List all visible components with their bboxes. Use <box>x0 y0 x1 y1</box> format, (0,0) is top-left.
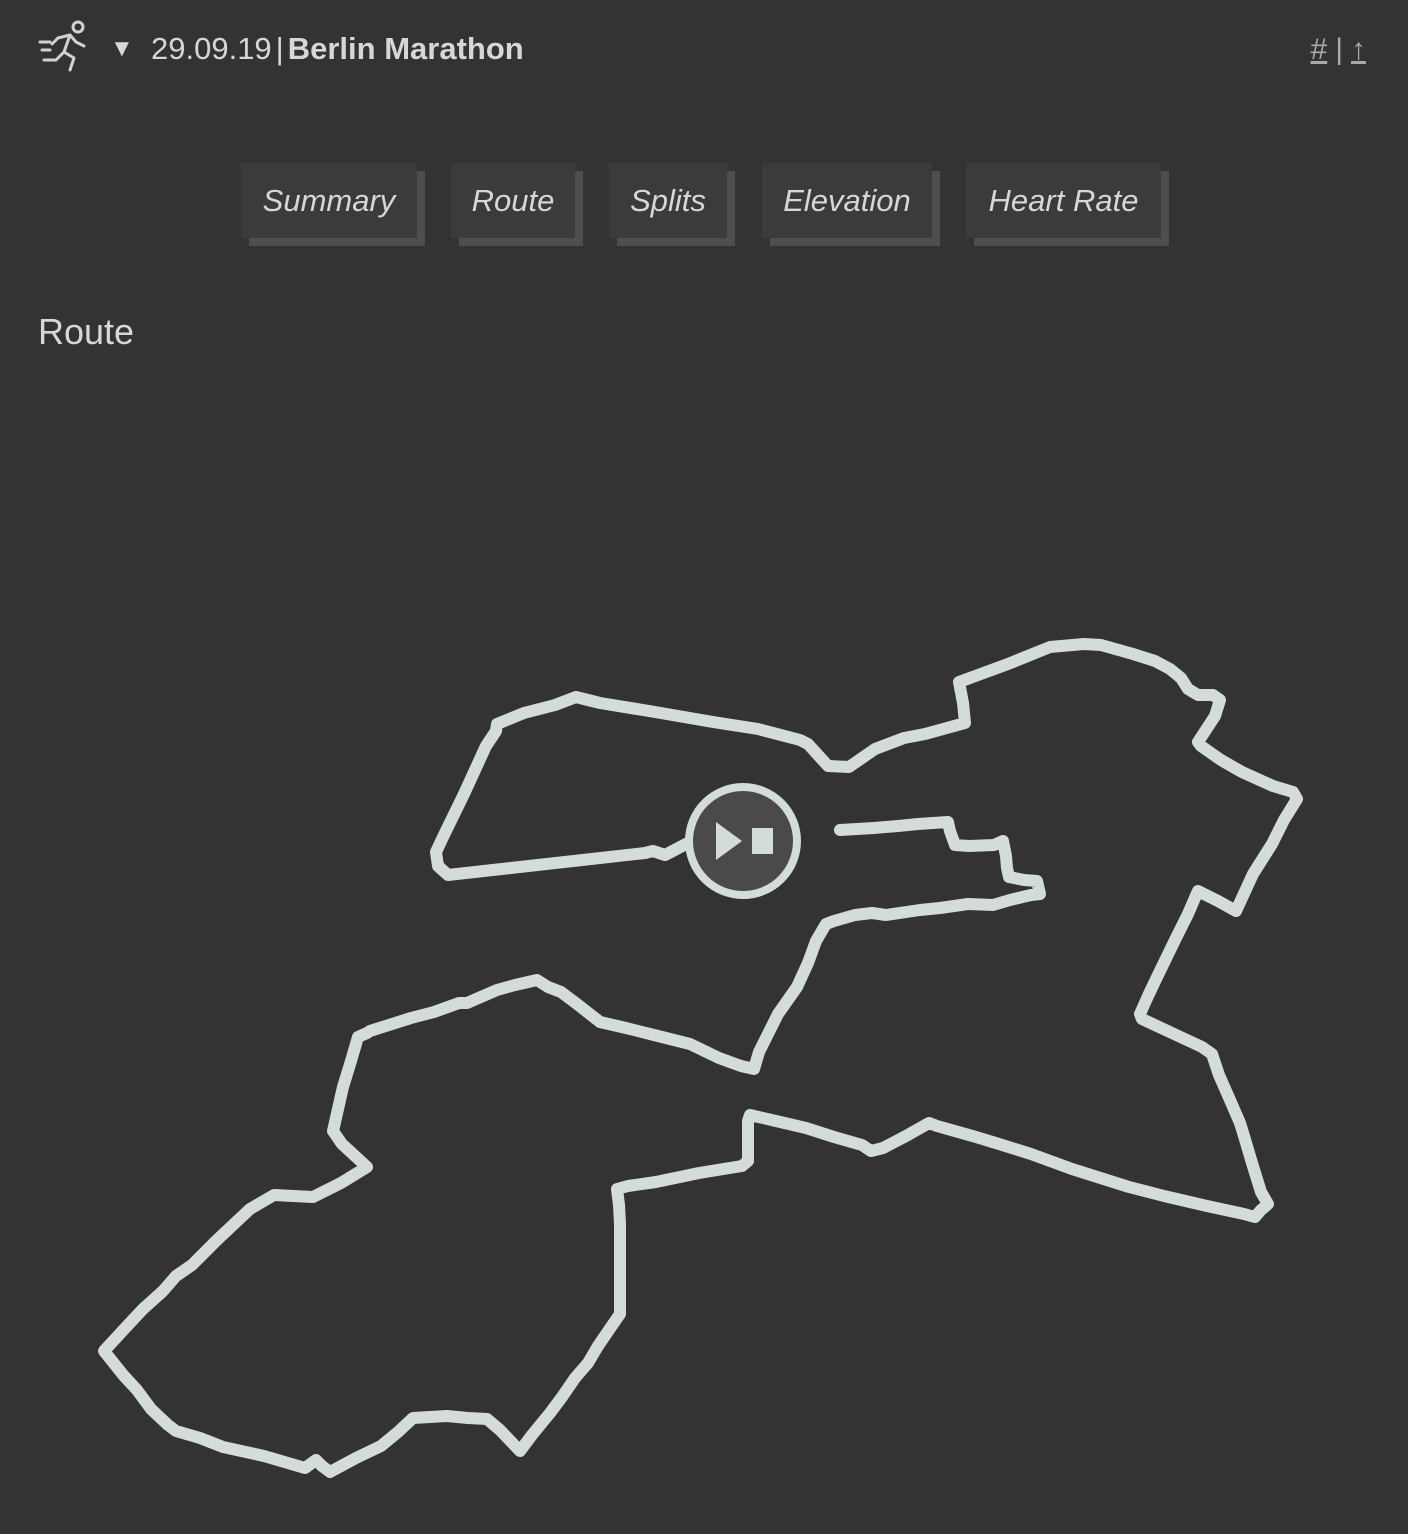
activity-event-name: Berlin Marathon <box>287 31 524 66</box>
triangle-down-icon[interactable]: ▼ <box>110 34 134 64</box>
header-links: # | ↑ <box>1311 31 1366 69</box>
route-path <box>98 638 1303 1478</box>
tab-splits[interactable]: Splits <box>609 163 727 238</box>
section-title: Route <box>38 311 135 352</box>
activity-date: 29.09.19 <box>151 31 272 66</box>
playback-control[interactable] <box>685 783 801 899</box>
tab-route[interactable]: Route <box>451 163 575 238</box>
tab-elevation[interactable]: Elevation <box>762 163 932 238</box>
tab-summary[interactable]: Summary <box>241 163 417 238</box>
title-separator: | <box>275 31 284 66</box>
hash-link[interactable]: # <box>1311 33 1328 66</box>
playback-control-circle[interactable] <box>685 783 801 899</box>
scroll-up-link[interactable]: ↑ <box>1351 33 1366 66</box>
links-divider: | <box>1335 33 1343 66</box>
runner-icon <box>38 20 86 72</box>
route-map <box>98 638 1303 1478</box>
activity-title: 29.09.19 | Berlin Marathon <box>151 30 524 68</box>
activity-header: ▼ 29.09.19 | Berlin Marathon # | ↑ <box>0 0 1408 100</box>
tab-bar: Summary Route Splits Elevation Heart Rat… <box>0 163 1408 253</box>
tab-heart-rate[interactable]: Heart Rate <box>966 163 1161 238</box>
